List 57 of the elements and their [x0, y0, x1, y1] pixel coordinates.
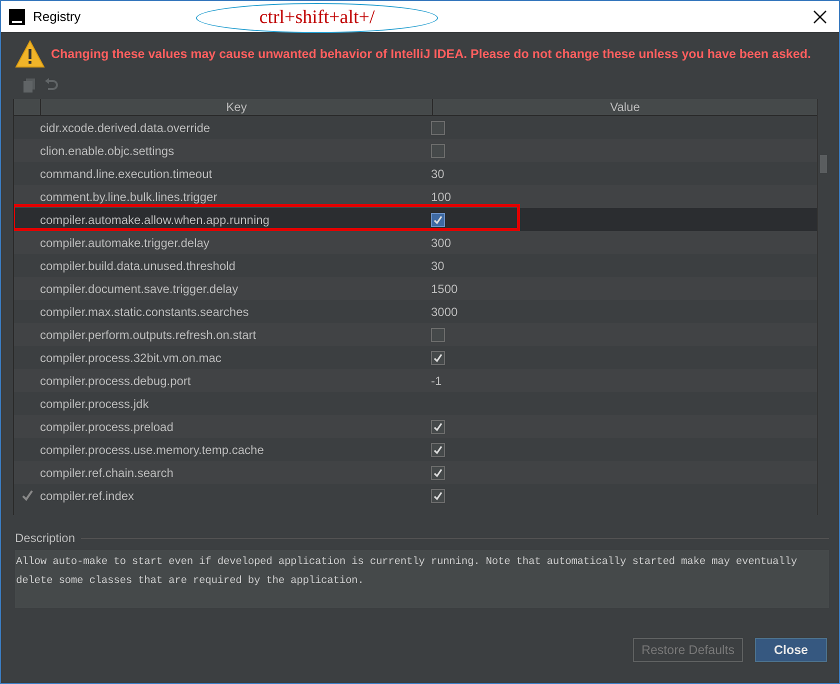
checkbox[interactable]	[431, 144, 445, 158]
checkbox[interactable]	[431, 488, 445, 502]
checkbox[interactable]	[431, 466, 445, 480]
checkmark-icon	[433, 422, 443, 432]
value-text: 30	[431, 166, 444, 180]
key-text: compiler.document.save.trigger.delay	[40, 282, 238, 296]
checkmark-icon	[433, 468, 443, 478]
key-text: comment.by.line.bulk.lines.trigger	[40, 190, 218, 204]
key-text: compiler.build.data.unused.threshold	[40, 258, 236, 272]
value-text: -1	[431, 374, 442, 388]
table-row[interactable]: compiler.process.debug.port -1	[14, 369, 817, 392]
table-row[interactable]: compiler.automake.trigger.delay 300	[14, 231, 817, 254]
close-button[interactable]: Close	[755, 638, 827, 662]
table-row[interactable]: compiler.perform.outputs.refresh.on.start	[14, 323, 817, 346]
value-text: 30	[431, 258, 444, 272]
checkbox[interactable]	[431, 212, 445, 226]
checkbox[interactable]	[431, 442, 445, 456]
description-text: Allow auto-make to start even if developed application is currently running. Note that automatically started make may eventually delete some classes that are required by the application.	[15, 550, 829, 608]
key-text: compiler.process.32bit.vm.on.mac	[40, 350, 222, 364]
warning-icon	[15, 40, 45, 68]
value-text: 300	[431, 236, 452, 250]
table-row[interactable]: compiler.document.save.trigger.delay 1500	[14, 277, 817, 300]
checkbox[interactable]	[431, 328, 445, 342]
key-text: compiler.ref.index	[40, 488, 134, 502]
key-text: compiler.process.preload	[40, 420, 174, 434]
table-row[interactable]: compiler.ref.chain.search	[14, 461, 817, 484]
key-text: compiler.process.debug.port	[40, 374, 191, 388]
key-text: command.line.execution.timeout	[40, 166, 212, 180]
app-logo-icon	[9, 8, 25, 24]
table-row[interactable]: compiler.process.preload	[14, 415, 817, 438]
key-text: compiler.perform.outputs.refresh.on.start	[40, 328, 256, 342]
checkbox[interactable]	[431, 120, 445, 134]
key-text: cidr.xcode.derived.data.override	[40, 120, 210, 134]
key-text: compiler.process.use.memory.temp.cache	[40, 442, 264, 456]
value-text: 1500	[431, 282, 458, 296]
checkmark-icon	[433, 352, 443, 362]
key-text: compiler.max.static.constants.searches	[40, 304, 249, 318]
checkmark-icon	[433, 444, 443, 454]
table-row[interactable]: comment.by.line.bulk.lines.trigger 100	[14, 185, 817, 208]
table-row[interactable]: clion.enable.objc.settings	[14, 139, 817, 162]
window-title: Registry	[33, 9, 81, 24]
key-text: compiler.automake.allow.when.app.running	[40, 212, 270, 226]
warning-text: Changing these values may cause unwanted behavior of IntelliJ IDEA. Please do not change these unless you have been asked.	[51, 47, 811, 61]
modified-check-icon	[20, 489, 34, 502]
key-text: compiler.automake.trigger.delay	[40, 236, 210, 250]
checkbox[interactable]	[431, 420, 445, 434]
column-header[interactable]: Key	[40, 99, 432, 115]
key-text: compiler.ref.chain.search	[40, 466, 174, 480]
checkmark-icon	[433, 490, 443, 500]
key-text: clion.enable.objc.settings	[40, 144, 174, 158]
shortcut-annotation: ctrl+shift+alt+/	[196, 3, 438, 33]
value-text: 100	[431, 190, 452, 204]
checkbox[interactable]	[431, 350, 445, 364]
key-text: compiler.process.jdk	[40, 396, 149, 410]
description-label: Description	[15, 531, 76, 545]
checkmark-icon	[433, 214, 443, 224]
value-text: 3000	[431, 304, 458, 318]
